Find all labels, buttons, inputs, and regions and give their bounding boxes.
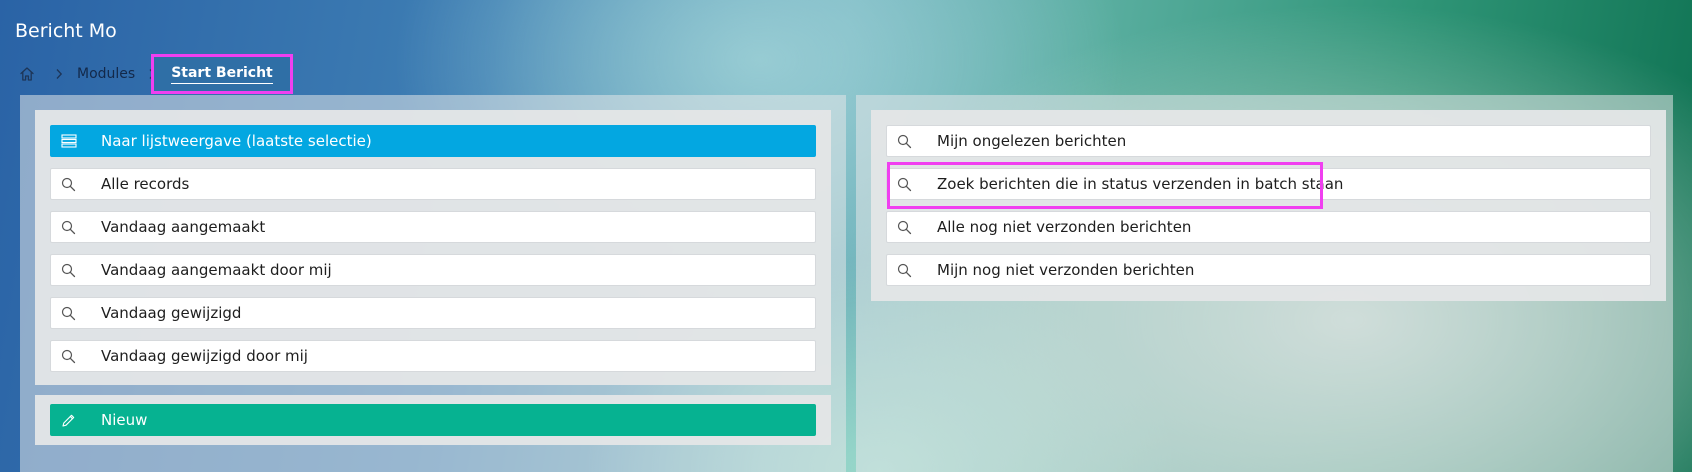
search-modified-today[interactable]: Vandaag gewijzigd [50,297,816,329]
search-created-today[interactable]: Vandaag aangemaakt [50,211,816,243]
page-title: Bericht Mo [15,20,117,42]
search-icon [51,341,101,371]
search-batch-status[interactable]: Zoek berichten die in status verzenden i… [886,168,1651,200]
search-all-unsent[interactable]: Alle nog niet verzonden berichten [886,211,1651,243]
left-panel: Naar lijstweergave (laatste selectie) Al… [20,95,846,472]
right-panel: Mijn ongelezen berichten Zoek berichten … [856,95,1673,472]
search-my-unread[interactable]: Mijn ongelezen berichten [886,125,1651,157]
new-card: Nieuw [35,395,831,445]
search-item-label: Mijn nog niet verzonden berichten [937,261,1195,279]
search-item-label: Vandaag gewijzigd [101,304,242,322]
search-item-label: Mijn ongelezen berichten [937,132,1127,150]
search-item-label: Alle records [101,175,190,193]
search-icon [887,255,937,285]
search-all-records[interactable]: Alle records [50,168,816,200]
search-created-today-by-me[interactable]: Vandaag aangemaakt door mij [50,254,816,286]
breadcrumb-item-modules[interactable]: Modules [77,66,135,82]
search-item-label: Vandaag gewijzigd door mij [101,347,308,365]
breadcrumb-item-start-bericht[interactable]: Start Bericht [151,54,293,94]
search-icon [887,126,937,156]
chevron-right-icon [54,67,64,81]
new-button[interactable]: Nieuw [50,404,816,436]
pencil-icon [51,405,101,435]
search-my-unsent[interactable]: Mijn nog niet verzonden berichten [886,254,1651,286]
search-icon [51,298,101,328]
list-icon [51,126,101,156]
home-icon[interactable] [18,65,36,83]
search-item-label: Zoek berichten die in status verzenden i… [937,175,1344,193]
search-icon [887,212,937,242]
left-search-card: Naar lijstweergave (laatste selectie) Al… [35,110,831,385]
search-item-label: Alle nog niet verzonden berichten [937,218,1192,236]
list-view-label: Naar lijstweergave (laatste selectie) [101,132,372,150]
search-item-label: Vandaag aangemaakt door mij [101,261,332,279]
right-search-card: Mijn ongelezen berichten Zoek berichten … [871,110,1666,301]
new-label: Nieuw [101,411,148,429]
search-item-label: Vandaag aangemaakt [101,218,266,236]
search-icon [51,255,101,285]
search-icon [51,169,101,199]
search-icon [51,212,101,242]
breadcrumb: Modules Start Bericht [18,54,293,94]
search-icon [887,169,937,199]
list-view-button[interactable]: Naar lijstweergave (laatste selectie) [50,125,816,157]
search-modified-today-by-me[interactable]: Vandaag gewijzigd door mij [50,340,816,372]
breadcrumb-current-label: Start Bericht [171,65,273,84]
